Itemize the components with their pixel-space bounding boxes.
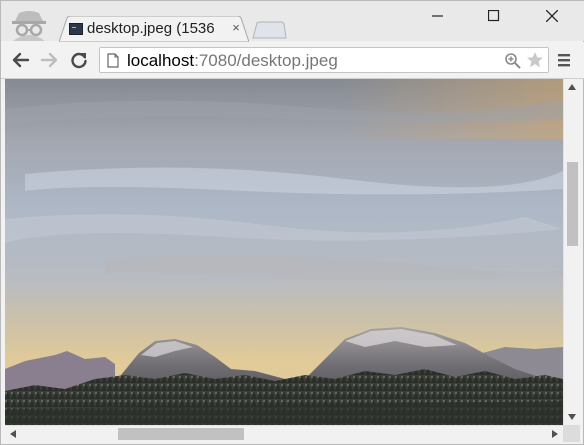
maximize-icon [488, 10, 500, 22]
triangle-right-icon [552, 430, 558, 438]
terminal-icon [69, 23, 83, 35]
horizontal-scrollbar[interactable] [5, 425, 563, 442]
minimize-button[interactable] [411, 1, 465, 31]
reload-icon [71, 52, 87, 69]
close-window-button[interactable] [525, 1, 579, 31]
arrow-left-icon [12, 52, 30, 68]
hamburger-menu-icon[interactable] [554, 50, 574, 70]
url-text: localhost:7080/desktop.jpeg [127, 51, 338, 71]
new-tab-button[interactable] [251, 21, 287, 39]
page-icon [107, 53, 119, 68]
url-host: localhost [127, 51, 195, 70]
tab-desktop-jpeg[interactable]: desktop.jpeg (1536 × [59, 16, 249, 42]
tab-close-button[interactable]: × [229, 20, 243, 36]
title-bar: desktop.jpeg (1536 × [1, 1, 584, 42]
back-button[interactable] [9, 48, 33, 72]
tab-title: desktop.jpeg (1536 [87, 20, 215, 37]
star-icon[interactable] [526, 51, 544, 69]
triangle-down-icon [568, 414, 576, 420]
triangle-left-icon [10, 430, 16, 438]
incognito-icon [12, 11, 46, 41]
arrow-right-icon [40, 52, 58, 68]
close-icon [546, 10, 558, 22]
address-bar[interactable]: localhost:7080/desktop.jpeg [99, 47, 549, 73]
reload-button[interactable] [67, 48, 91, 72]
browser-toolbar: localhost:7080/desktop.jpeg [1, 42, 584, 79]
scroll-right-button[interactable] [547, 426, 563, 442]
maximize-button[interactable] [467, 1, 521, 31]
horizontal-scroll-thumb[interactable] [118, 428, 244, 440]
scroll-left-button[interactable] [5, 426, 21, 442]
zoom-icon[interactable] [504, 52, 521, 69]
scroll-up-button[interactable] [564, 79, 580, 95]
triangle-up-icon [568, 84, 576, 90]
scroll-down-button[interactable] [564, 409, 580, 425]
image-viewport [5, 79, 563, 425]
scrollbar-corner [563, 425, 580, 442]
vertical-scrollbar[interactable] [563, 79, 580, 425]
minimize-icon [432, 15, 443, 17]
vertical-scroll-thumb[interactable] [567, 162, 578, 246]
url-path: :7080/desktop.jpeg [194, 51, 338, 70]
browser-window: desktop.jpeg (1536 × localhost:7080/desk… [0, 0, 584, 445]
forward-button[interactable] [37, 48, 61, 72]
landscape-image [5, 79, 563, 425]
